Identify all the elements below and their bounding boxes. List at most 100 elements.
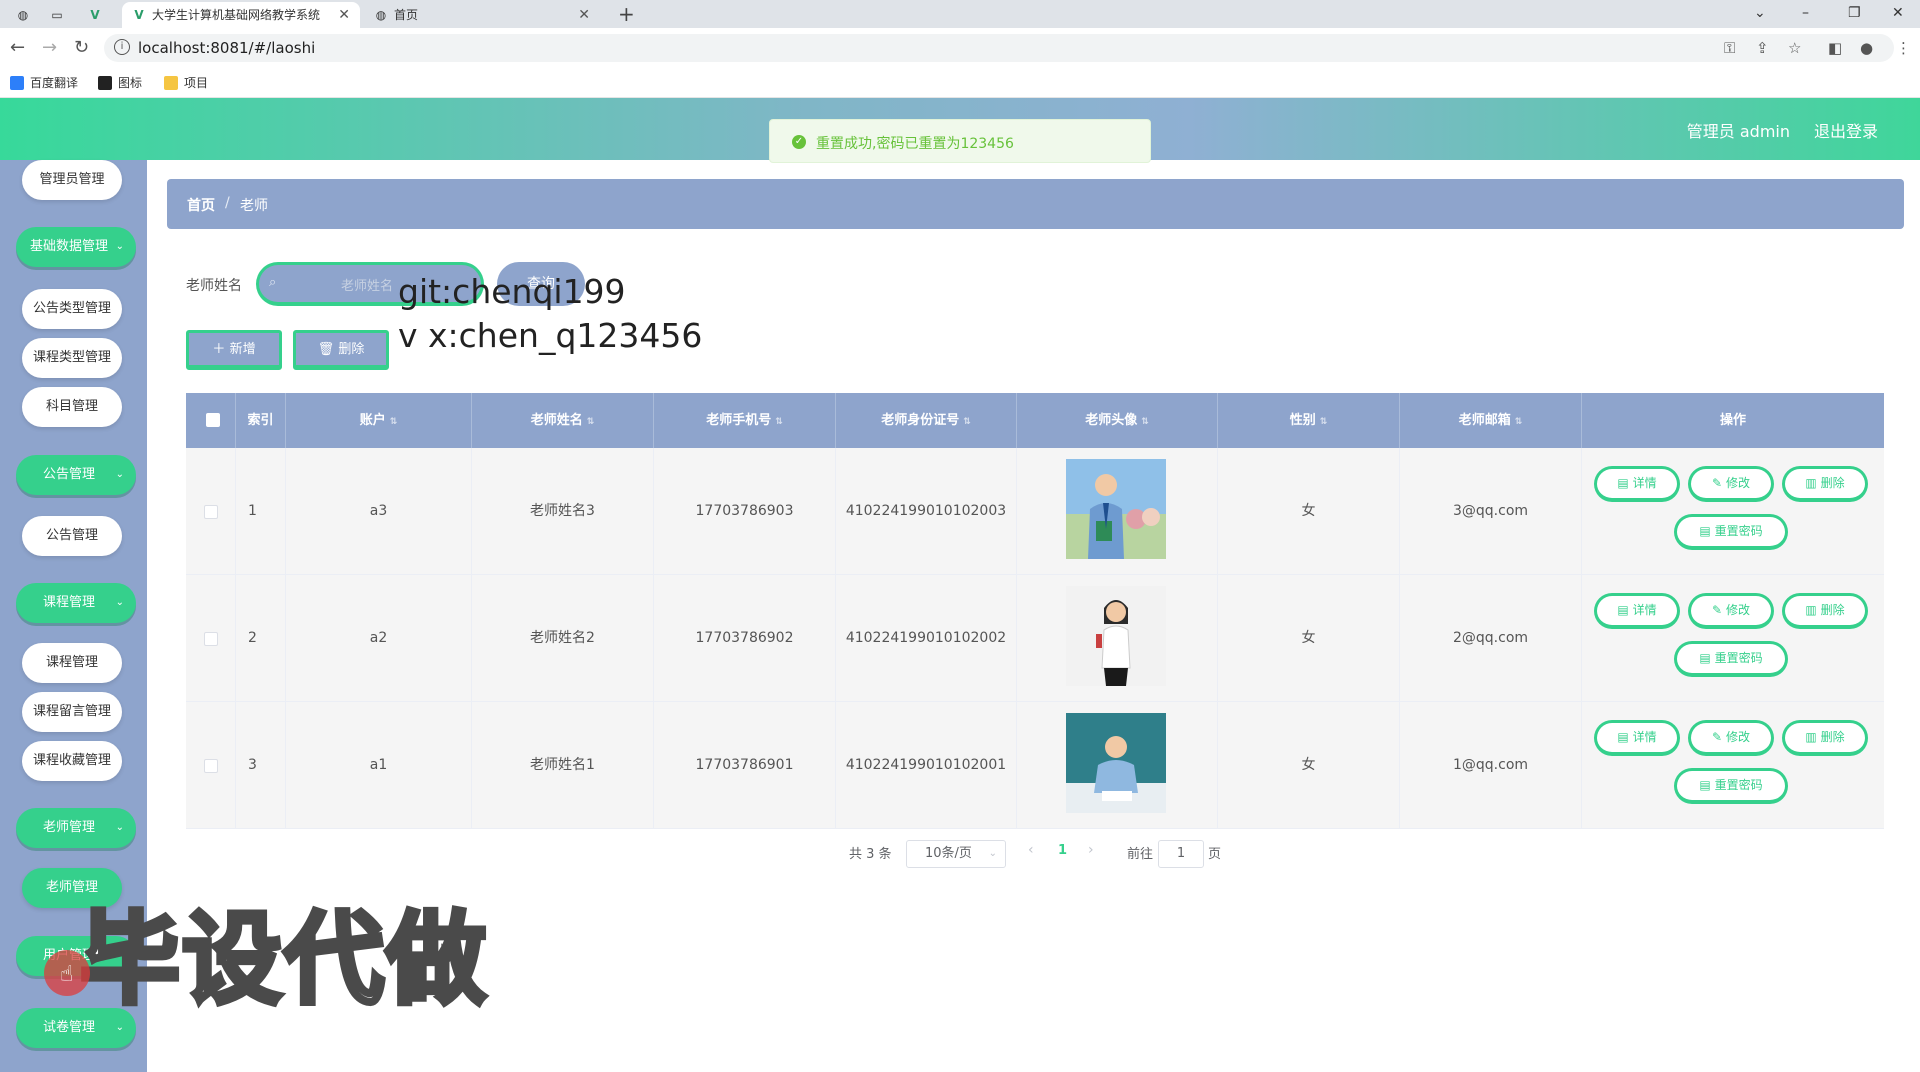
search-icon: ⌕ — [269, 275, 277, 290]
prev-page-button[interactable]: ‹ — [1028, 842, 1034, 858]
sort-icon[interactable]: ⇅ — [1515, 417, 1523, 427]
sidebar-group-notice[interactable]: 公告管理 ⌄ — [16, 455, 136, 495]
detail-button[interactable]: ▤ 详情 — [1594, 466, 1680, 502]
menu-icon[interactable]: ⋮ — [1896, 39, 1911, 57]
cell-index: 3 — [236, 702, 286, 829]
page-size-select[interactable]: 10条/页 ⌄ — [906, 840, 1006, 868]
sidebar-item-course-favorite[interactable]: 课程收藏管理 — [22, 741, 122, 781]
column-header[interactable]: 性别 ⇅ — [1218, 393, 1400, 448]
edit-button[interactable]: ✎ 修改 — [1688, 466, 1774, 502]
reload-icon[interactable]: ↻ — [74, 38, 89, 58]
cell-account: a2 — [286, 575, 472, 702]
trash-icon: 🗑 — [317, 342, 339, 357]
close-icon[interactable]: ✕ — [338, 2, 350, 28]
browser-tab[interactable]: ◍ 首页 ✕ — [364, 2, 600, 28]
new-tab-button[interactable]: + — [618, 2, 635, 26]
sort-icon[interactable]: ⇅ — [775, 417, 783, 427]
sidebar-item-notice[interactable]: 公告管理 — [22, 516, 122, 556]
sort-icon[interactable]: ⇅ — [963, 417, 971, 427]
detail-button[interactable]: ▤ 详情 — [1594, 593, 1680, 629]
sidebar-group-teacher[interactable]: 老师管理 ⌄ — [16, 808, 136, 848]
info-icon[interactable]: i — [114, 39, 130, 55]
back-icon[interactable]: ← — [10, 38, 25, 58]
edit-button[interactable]: ✎ 修改 — [1688, 593, 1774, 629]
url-field[interactable]: i localhost:8081/#/laoshi — [104, 34, 1894, 62]
column-header[interactable]: 老师邮箱 ⇅ — [1400, 393, 1582, 448]
sort-icon[interactable]: ⇅ — [1320, 417, 1328, 427]
sidebar-item-notice-type[interactable]: 公告类型管理 — [22, 289, 122, 329]
restore-icon[interactable]: ❐ — [1848, 2, 1861, 24]
document-icon: ▤ — [1699, 778, 1711, 792]
cell-operations: ▤ 详情 ✎ 修改 ▥ 删除 ▤ 重置密码 — [1582, 575, 1884, 702]
delete-button[interactable]: ▥ 删除 — [1782, 593, 1868, 629]
address-bar-row: ← → ↻ i localhost:8081/#/laoshi ⚿ ⇪ ☆ ◧ … — [0, 28, 1920, 68]
page-number[interactable]: 1 — [1058, 843, 1067, 858]
profile-icon[interactable]: ● — [1860, 39, 1873, 57]
sort-icon[interactable]: ⇅ — [1141, 417, 1149, 427]
checkbox[interactable] — [204, 632, 218, 646]
logout-link[interactable]: 退出登录 — [1814, 118, 1878, 142]
column-header[interactable]: 老师头像 ⇅ — [1017, 393, 1218, 448]
breadcrumb-home[interactable]: 首页 — [187, 195, 215, 215]
reset-password-button[interactable]: ▤ 重置密码 — [1674, 768, 1788, 804]
cell-gender: 女 — [1218, 448, 1400, 575]
next-page-button[interactable]: › — [1088, 842, 1094, 858]
cell-operations: ▤ 详情 ✎ 修改 ▥ 删除 ▤ 重置密码 — [1582, 702, 1884, 829]
checkbox[interactable] — [204, 759, 218, 773]
bookmark-item[interactable]: 百度翻译 — [10, 75, 78, 91]
column-header[interactable]: 账户 ⇅ — [286, 393, 472, 448]
close-window-icon[interactable]: ✕ — [1892, 2, 1904, 24]
browser-tab[interactable]: ◍ — [6, 2, 36, 28]
reset-password-button[interactable]: ▤ 重置密码 — [1674, 641, 1788, 677]
sidebar-group-course[interactable]: 课程管理 ⌄ — [16, 583, 136, 623]
add-button[interactable]: ＋ 新增 — [186, 330, 282, 370]
tab-search-icon[interactable]: ⌄ — [1754, 2, 1766, 24]
sort-icon[interactable]: ⇅ — [587, 417, 595, 427]
batch-delete-button[interactable]: 🗑 删除 — [293, 330, 389, 370]
sidebar-item-admin[interactable]: 管理员管理 — [22, 160, 122, 200]
checkbox[interactable] — [206, 413, 220, 427]
detail-button[interactable]: ▤ 详情 — [1594, 720, 1680, 756]
table-row: 2 a2 老师姓名2 17703786902 41022419901010200… — [186, 575, 1884, 702]
watermark-text: git:chenqi199 — [398, 272, 626, 311]
column-header[interactable]: 老师手机号 ⇅ — [654, 393, 836, 448]
reset-password-button[interactable]: ▤ 重置密码 — [1674, 514, 1788, 550]
bookmark-item[interactable]: 图标 — [98, 75, 142, 91]
browser-tab-active[interactable]: V 大学生计算机基础网络教学系统 ✕ — [122, 2, 360, 28]
star-icon[interactable]: ☆ — [1788, 39, 1801, 57]
vue-icon: V — [90, 8, 100, 22]
close-icon[interactable]: ✕ — [578, 2, 590, 28]
sidebar-item-subject[interactable]: 科目管理 — [22, 387, 122, 427]
column-header[interactable]: 老师姓名 ⇅ — [472, 393, 654, 448]
sidepanel-icon[interactable]: ◧ — [1828, 39, 1842, 57]
document-icon: ▤ — [1617, 603, 1629, 617]
chevron-down-icon: ⌄ — [115, 822, 124, 833]
forward-icon[interactable]: → — [42, 38, 57, 58]
cell-index: 1 — [236, 448, 286, 575]
share-icon[interactable]: ⇪ — [1756, 39, 1769, 57]
delete-button[interactable]: ▥ 删除 — [1782, 466, 1868, 502]
minimize-icon[interactable]: – — [1802, 2, 1809, 24]
sidebar-item-course-comment[interactable]: 课程留言管理 — [22, 692, 122, 732]
sidebar-item-course-type[interactable]: 课程类型管理 — [22, 338, 122, 378]
sidebar-item-course[interactable]: 课程管理 — [22, 643, 122, 683]
browser-tab[interactable]: V — [78, 2, 118, 28]
bookmarks-bar: 百度翻译 图标 项目 — [0, 68, 1920, 98]
bookmark-folder[interactable]: 项目 — [164, 75, 208, 91]
column-header[interactable]: 老师身份证号 ⇅ — [836, 393, 1017, 448]
teacher-avatar-image — [1066, 586, 1166, 686]
goto-page-input[interactable]: 1 — [1158, 840, 1204, 868]
edit-button[interactable]: ✎ 修改 — [1688, 720, 1774, 756]
sort-icon[interactable]: ⇅ — [390, 417, 398, 427]
edit-icon: ✎ — [1711, 603, 1723, 617]
checkbox[interactable] — [204, 505, 218, 519]
sidebar-group-basedata[interactable]: 基础数据管理 ⌄ — [16, 227, 136, 267]
browser-tab[interactable]: ▭ — [40, 2, 74, 28]
key-icon[interactable]: ⚿ — [1724, 39, 1735, 57]
cell-idcard: 410224199010102003 — [836, 448, 1017, 575]
tab-title: 大学生计算机基础网络教学系统 — [152, 8, 321, 22]
pagination-total: 共 3 条 — [849, 847, 892, 862]
cell-operations: ▤ 详情 ✎ 修改 ▥ 删除 ▤ 重置密码 — [1582, 448, 1884, 575]
header-select-all[interactable] — [186, 393, 236, 448]
delete-button[interactable]: ▥ 删除 — [1782, 720, 1868, 756]
